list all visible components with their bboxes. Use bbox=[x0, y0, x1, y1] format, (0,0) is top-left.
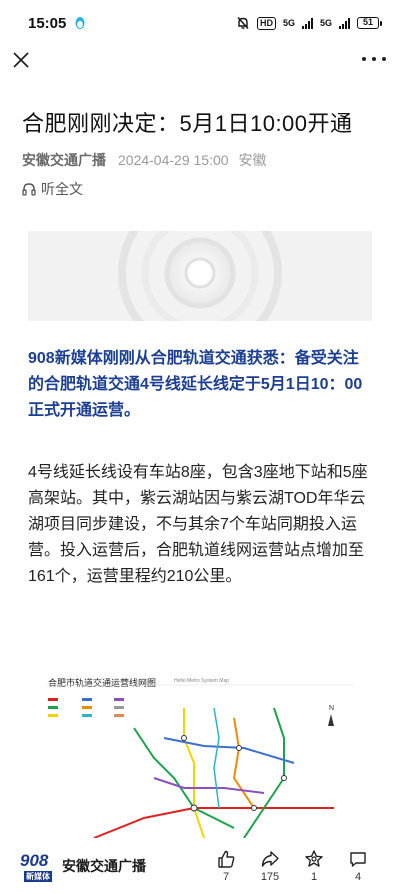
share-count: 175 bbox=[260, 871, 280, 883]
article-lead: 908新媒体刚刚从合肥轨道交通获悉：备受关注的合肥轨道交通4号线延长线定于5月1… bbox=[28, 350, 363, 419]
map-legend bbox=[48, 698, 124, 717]
like-count: 7 bbox=[222, 871, 230, 883]
like-icon bbox=[218, 850, 235, 868]
top-bar bbox=[0, 46, 400, 78]
logo-number: 908 bbox=[20, 851, 49, 870]
hd-badge: HD bbox=[256, 16, 276, 30]
signal-bars-icon bbox=[301, 17, 313, 29]
article-region: 安徽 bbox=[238, 152, 267, 168]
favorite-button[interactable]: 1 bbox=[292, 849, 336, 883]
comment-icon bbox=[350, 852, 366, 867]
metro-map-graphic: N bbox=[46, 684, 354, 838]
article-title: 合肥刚刚决定：5月1日10:00开通 bbox=[22, 111, 353, 136]
listen-button[interactable]: 听全文 bbox=[22, 179, 83, 199]
action-group: 7 175 1 4 bbox=[204, 849, 380, 883]
mute-bell-icon bbox=[237, 17, 249, 29]
article-meta: 安徽交通广播 2024-04-29 15:00 安徽 bbox=[22, 150, 267, 170]
article-source[interactable]: 安徽交通广播 bbox=[22, 150, 106, 170]
status-bar: 15:05 HD 5G 5G 51 bbox=[0, 0, 400, 46]
share-icon bbox=[261, 851, 279, 867]
qq-penguin-icon bbox=[75, 17, 85, 29]
logo-subtitle: 新媒体 bbox=[24, 871, 52, 882]
battery-icon: 51 bbox=[357, 17, 382, 29]
comment-button[interactable]: 4 bbox=[336, 849, 380, 883]
battery-level: 51 bbox=[357, 17, 379, 29]
like-button[interactable]: 7 bbox=[204, 849, 248, 883]
status-icons: HD 5G 5G 51 bbox=[236, 16, 382, 30]
source-name[interactable]: 安徽交通广播 bbox=[62, 856, 146, 876]
signal-bars-icon bbox=[339, 17, 350, 29]
signal-5g-label-2: 5G bbox=[319, 18, 332, 28]
signal-5g-label-1: 5G bbox=[282, 18, 295, 28]
comment-count: 4 bbox=[354, 871, 362, 883]
close-icon[interactable] bbox=[10, 49, 32, 71]
ripple-graphic bbox=[28, 231, 372, 321]
headphone-icon bbox=[22, 183, 36, 196]
compass-label: N bbox=[329, 705, 334, 712]
metro-map-image[interactable]: 合肥市轨道交通运营线网图 Hefei Metro System Map N bbox=[34, 668, 366, 838]
favorite-count: 1 bbox=[310, 871, 318, 883]
listen-label: 听全文 bbox=[41, 181, 83, 197]
more-icon[interactable] bbox=[362, 51, 386, 67]
bottom-bar: 908 新媒体 安徽交通广播 7 175 1 4 bbox=[0, 838, 400, 894]
map-compass: N bbox=[328, 705, 334, 726]
status-time: 15:05 bbox=[28, 14, 67, 32]
article-body: 4号线延长线设有车站8座，包含3座地下站和5座高架站。其中，紫云湖站因与紫云湖T… bbox=[28, 464, 368, 585]
favorite-icon bbox=[305, 850, 323, 867]
share-button[interactable]: 175 bbox=[248, 849, 292, 883]
source-logo[interactable]: 908 新媒体 bbox=[20, 849, 54, 883]
article-date: 2024-04-29 15:00 bbox=[118, 152, 229, 168]
audio-banner-image[interactable] bbox=[28, 231, 372, 321]
